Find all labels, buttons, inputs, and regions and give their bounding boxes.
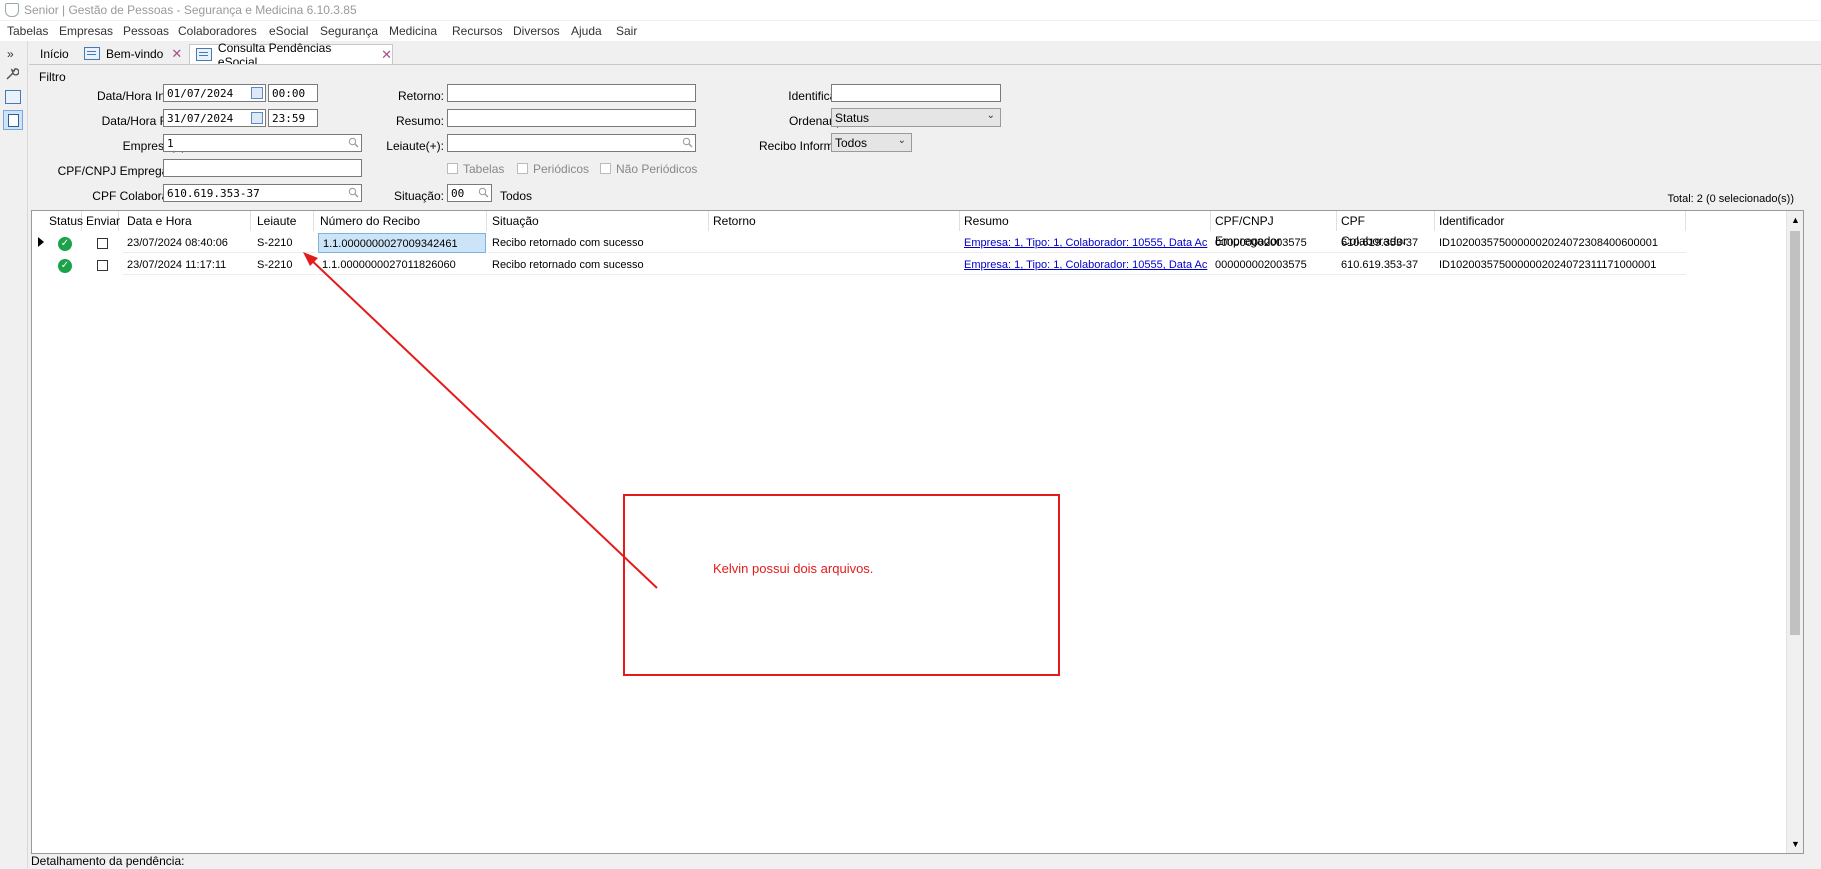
annotation-arrow: [303, 252, 658, 589]
detalhamento-label: Detalhamento da pendência:: [31, 854, 185, 868]
annotation-text: Kelvin possui dois arquivos.: [713, 561, 874, 576]
annotation-box: [623, 494, 1060, 676]
